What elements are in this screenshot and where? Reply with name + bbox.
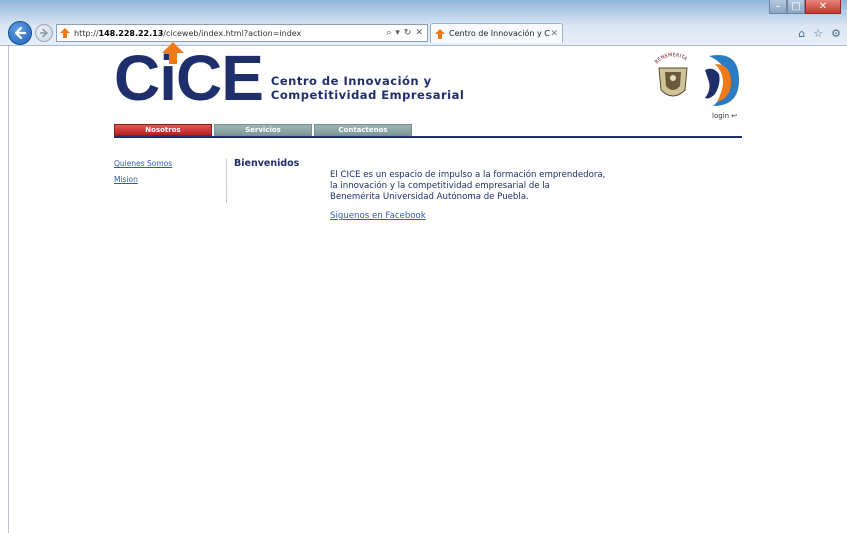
nav-tab-contactenos[interactable]: Contactenos (314, 124, 412, 136)
seal-text: BENEMERITA (654, 52, 689, 65)
minimize-button[interactable]: – (769, 0, 787, 14)
maximize-button[interactable]: □ (787, 0, 805, 14)
site-favicon-icon (60, 28, 70, 38)
url-host: 148.228.22.13 (98, 28, 164, 38)
address-bar[interactable]: http://148.228.22.13/ciceweb/index.html?… (56, 24, 428, 42)
logo-tagline-line1: Centro de Innovación y (270, 74, 432, 88)
logo-letter-e: E (221, 42, 264, 114)
nav-tab-nosotros[interactable]: Nosotros (114, 124, 212, 136)
favorites-icon[interactable]: ☆ (813, 27, 823, 40)
logo-letter-i: i (159, 42, 185, 110)
forward-button[interactable] (35, 24, 53, 42)
stop-icon[interactable]: ✕ (415, 28, 423, 38)
welcome-line-3: Benemérita Universidad Autónoma de Puebl… (330, 192, 529, 202)
sidebar: Quienes Somos Mision (114, 159, 227, 203)
tab-title: Centro de Innovación y Co... (449, 29, 550, 38)
browser-chrome: – □ ✕ http://148.228.22.13/ciceweb/index… (0, 0, 847, 46)
buap-seal-icon: BENEMERITA (654, 52, 689, 97)
cice-logo[interactable]: Ci CE Centro de Innovación y Competitivid… (114, 42, 464, 110)
dropdown-icon[interactable]: ▾ (395, 28, 400, 38)
tab-favicon-icon (435, 28, 445, 39)
login-label: login (712, 112, 730, 120)
browser-tab[interactable]: Centro de Innovación y Co... ✕ (430, 23, 563, 43)
refresh-icon[interactable]: ↻ (404, 28, 412, 38)
nav-divider (114, 136, 742, 138)
facebook-link[interactable]: Siguenos en Facebook (330, 211, 426, 221)
nav-tab-servicios[interactable]: Servicios (214, 124, 312, 136)
tab-close-icon[interactable]: ✕ (550, 29, 558, 39)
logo-letter-c: C (114, 42, 160, 114)
main-nav: Nosotros Servicios Contactenos (114, 124, 412, 136)
welcome-text: El CICE es un espacio de impulso a la fo… (330, 170, 630, 203)
up-arrow-icon (162, 42, 185, 64)
back-arrow-icon (14, 26, 27, 40)
back-button[interactable] (8, 21, 32, 45)
search-icon[interactable]: ⌕ (386, 28, 391, 38)
page-title: Bienvenidos (234, 158, 300, 169)
url-prefix: http:// (74, 28, 99, 38)
page-viewport: Ci CE Centro de Innovación y Competitivid… (8, 42, 847, 533)
browser-tools: ⌂ ☆ ⚙ (798, 27, 841, 40)
close-window-button[interactable]: ✕ (805, 0, 841, 14)
forward-arrow-icon (39, 28, 48, 38)
settings-icon[interactable]: ⚙ (831, 27, 841, 40)
svg-text:BENEMERITA: BENEMERITA (654, 52, 689, 65)
welcome-line-2: la innovación y la competitividad empres… (330, 181, 550, 191)
welcome-line-1: El CICE es un espacio de impulso a la fo… (330, 170, 606, 180)
address-url[interactable]: http://148.228.22.13/ciceweb/index.html?… (74, 29, 386, 38)
home-icon[interactable]: ⌂ (798, 27, 805, 40)
logo-tagline: Centro de Innovación y Competitividad Em… (271, 74, 464, 102)
sidebar-link-quienes-somos[interactable]: Quienes Somos (114, 159, 226, 168)
logo-wordmark: Ci CE (114, 42, 264, 110)
logo-tagline-line2: Competitividad Empresarial (270, 88, 465, 102)
buap-profile-logo-icon (705, 55, 739, 106)
address-actions: ⌕ ▾ ↻ ✕ (386, 28, 427, 38)
university-seals: BENEMERITA (651, 50, 743, 108)
login-icon: ↩ (731, 112, 738, 120)
url-path: /ciceweb/index.html?action=index (163, 28, 302, 38)
login-link[interactable]: login ↩ (712, 112, 737, 120)
window-controls: – □ ✕ (769, 0, 841, 14)
sidebar-link-mision[interactable]: Mision (114, 175, 226, 184)
